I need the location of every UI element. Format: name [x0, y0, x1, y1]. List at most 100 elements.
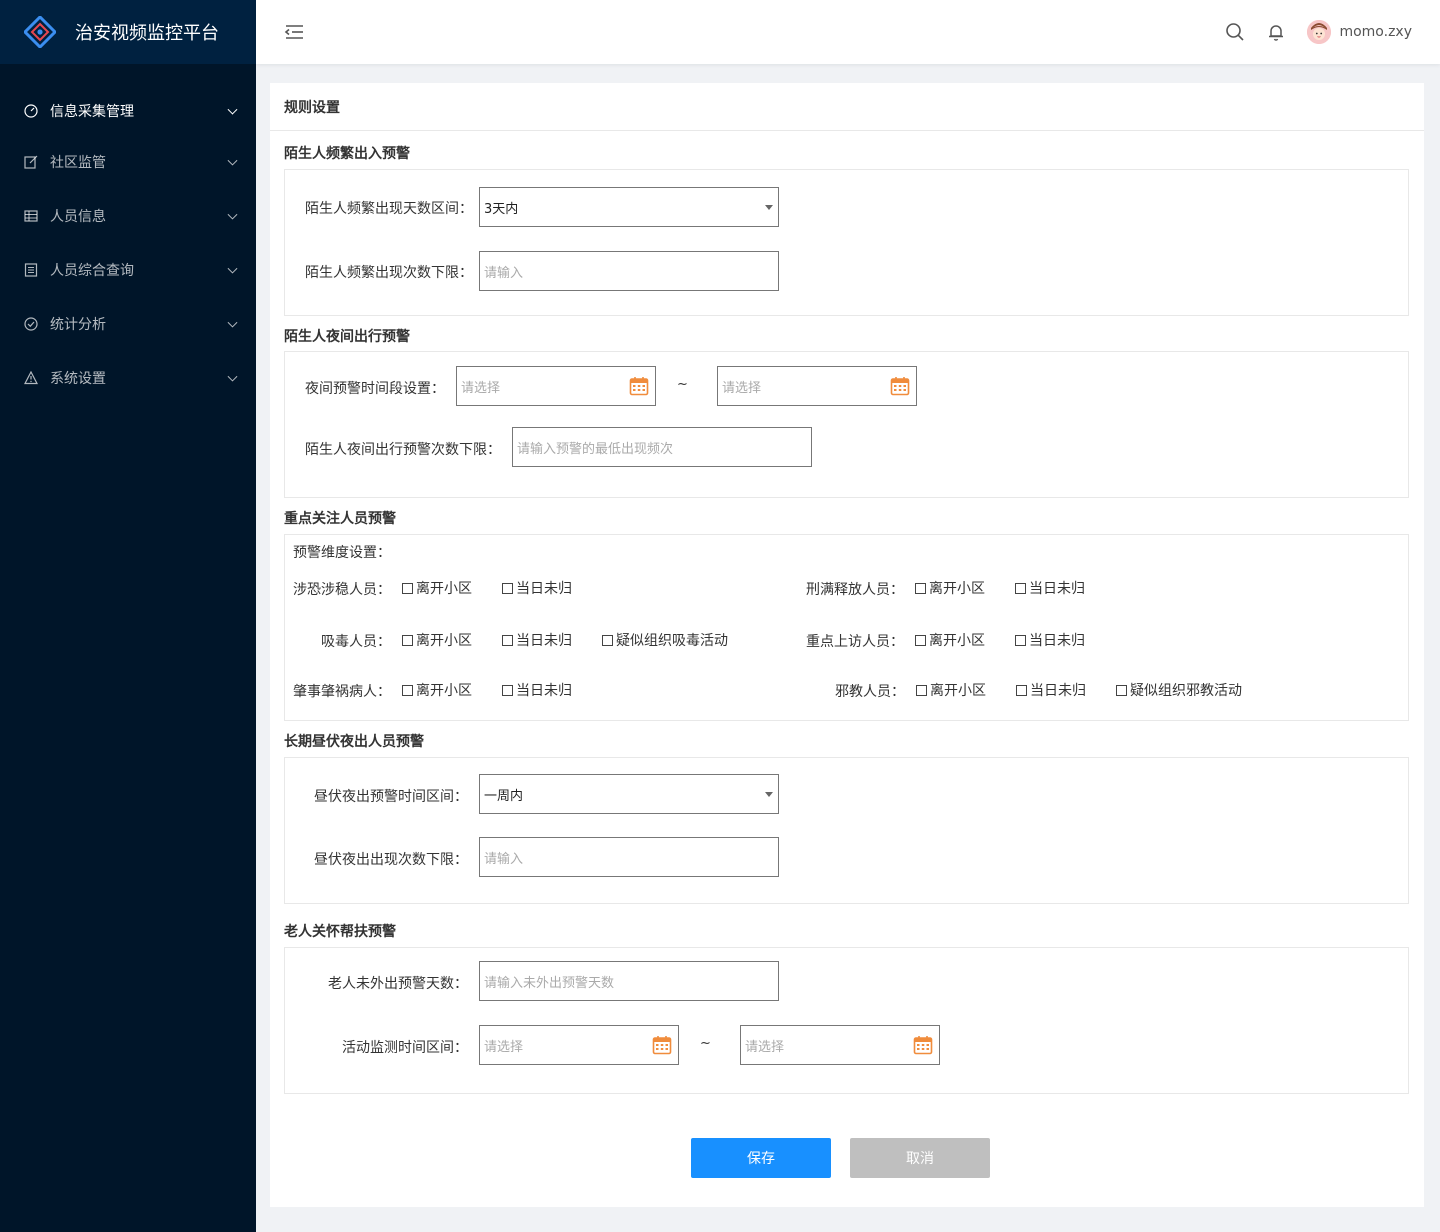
- checkbox-box: [1116, 684, 1127, 696]
- stranger-count-input[interactable]: 请输入: [479, 251, 779, 291]
- night-start-picker[interactable]: 请选择: [456, 366, 656, 406]
- dashboard-icon: [24, 104, 38, 118]
- checkbox-petition-leave[interactable]: 离开小区: [915, 630, 985, 650]
- night-owl-period-select[interactable]: 一周内: [479, 774, 779, 814]
- range-separator: ~: [677, 377, 688, 392]
- section-title-stranger-night: 陌生人夜间出行预警: [284, 329, 410, 345]
- range-separator: ~: [700, 1036, 711, 1051]
- checkbox-label: 离开小区: [929, 581, 985, 597]
- sidebar: 治安视频监控平台 信息采集管理 社区监管 人员信息 人员综合查询 统计分析 系统…: [0, 0, 256, 1232]
- sidebar-item-label: 统计分析: [50, 317, 106, 333]
- chevron-down-icon: [227, 317, 238, 328]
- checkbox-box: [916, 684, 927, 696]
- checkbox-box: [402, 634, 413, 646]
- chevron-down-icon: [227, 371, 238, 382]
- checkbox-box: [602, 634, 613, 646]
- checkbox-cult-organize[interactable]: 疑似组织邪教活动: [1116, 680, 1242, 700]
- header-actions: momo.zxy: [1225, 0, 1412, 64]
- section-stranger-freq: 陌生人频繁出现天数区间： 3天内 陌生人频繁出现次数下限： 请输入: [284, 169, 1409, 316]
- checkbox-label: 当日未归: [1029, 633, 1085, 649]
- sidebar-item-info-collection[interactable]: 信息采集管理: [0, 84, 256, 138]
- field-label: 夜间预警时间段设置：: [305, 381, 445, 397]
- field-label: 邪教人员：: [835, 684, 905, 700]
- checkbox-box: [1015, 582, 1026, 594]
- input-placeholder: 请选择: [484, 1039, 524, 1055]
- sidebar-item-community[interactable]: 社区监管: [0, 135, 256, 189]
- checkbox-box: [402, 582, 413, 594]
- app-title: 治安视频监控平台: [75, 23, 219, 44]
- checkbox-label: 疑似组织吸毒活动: [616, 633, 728, 649]
- calendar-icon: [890, 376, 910, 396]
- checkbox-box: [915, 634, 926, 646]
- cancel-button[interactable]: 取消: [850, 1138, 990, 1178]
- night-count-input[interactable]: 请输入预警的最低出现频次: [512, 427, 812, 467]
- username[interactable]: momo.zxy: [1339, 24, 1412, 40]
- logo-icon: [22, 14, 58, 50]
- edit-icon: [24, 155, 38, 169]
- input-placeholder: 请输入预警的最低出现频次: [517, 441, 674, 457]
- sidebar-item-statistics[interactable]: 统计分析: [0, 297, 256, 351]
- table-icon: [24, 209, 38, 223]
- checkbox-box: [915, 582, 926, 594]
- checkbox-drug-leave[interactable]: 离开小区: [402, 630, 472, 650]
- section-night-owl: 昼伏夜出预警时间区间： 一周内 昼伏夜出出现次数下限： 请输入: [284, 757, 1409, 904]
- search-icon[interactable]: [1225, 22, 1245, 42]
- elderly-end-picker[interactable]: 请选择: [740, 1025, 940, 1065]
- night-owl-count-input[interactable]: 请输入: [479, 837, 779, 877]
- field-label: 昼伏夜出预警时间区间：: [314, 789, 468, 805]
- checkbox-mental-leave[interactable]: 离开小区: [402, 680, 472, 700]
- checkbox-box: [402, 684, 413, 696]
- caret-down-icon: [765, 792, 773, 797]
- sidebar-item-label: 人员信息: [50, 209, 106, 225]
- side-menu: 信息采集管理 社区监管 人员信息 人员综合查询 统计分析 系统设置: [0, 64, 256, 405]
- checkbox-label: 疑似组织邪教活动: [1130, 683, 1242, 699]
- checkbox-drug-not-return[interactable]: 当日未归: [502, 630, 572, 650]
- rules-card: 规则设置 陌生人频繁出入预警 陌生人频繁出现天数区间： 3天内 陌生人频繁出现次…: [270, 83, 1424, 1207]
- elderly-start-picker[interactable]: 请选择: [479, 1025, 679, 1065]
- field-label: 昼伏夜出出现次数下限：: [314, 852, 468, 868]
- checkbox-terror-not-return[interactable]: 当日未归: [502, 578, 572, 598]
- checkbox-box: [502, 634, 513, 646]
- checkbox-drug-organize[interactable]: 疑似组织吸毒活动: [602, 630, 728, 650]
- page-title: 规则设置: [270, 83, 1424, 131]
- sidebar-item-label: 系统设置: [50, 371, 106, 387]
- checkbox-released-not-return[interactable]: 当日未归: [1015, 578, 1085, 598]
- section-key-persons: 预警维度设置： 涉恐涉稳人员： 离开小区 当日未归 刑满释放人员： 离开小区 当…: [284, 534, 1409, 721]
- checkbox-cult-not-return[interactable]: 当日未归: [1016, 680, 1086, 700]
- checkbox-label: 当日未归: [1029, 581, 1085, 597]
- field-label: 涉恐涉稳人员：: [293, 582, 391, 598]
- checkbox-released-leave[interactable]: 离开小区: [915, 578, 985, 598]
- calendar-icon: [913, 1035, 933, 1055]
- menu-fold-icon[interactable]: [284, 22, 304, 42]
- checkbox-terror-leave[interactable]: 离开小区: [402, 578, 472, 598]
- checkbox-label: 当日未归: [516, 683, 572, 699]
- checkbox-petition-not-return[interactable]: 当日未归: [1015, 630, 1085, 650]
- section-title-stranger-freq: 陌生人频繁出入预警: [284, 146, 410, 162]
- sidebar-item-person-query[interactable]: 人员综合查询: [0, 243, 256, 297]
- save-button[interactable]: 保存: [691, 1138, 831, 1178]
- elderly-days-input[interactable]: 请输入未外出预警天数: [479, 961, 779, 1001]
- night-end-picker[interactable]: 请选择: [717, 366, 917, 406]
- sidebar-item-system-settings[interactable]: 系统设置: [0, 351, 256, 405]
- avatar[interactable]: [1307, 20, 1332, 44]
- field-label: 陌生人夜间出行预警次数下限：: [305, 442, 501, 458]
- stranger-days-select[interactable]: 3天内: [479, 187, 779, 227]
- field-label: 陌生人频繁出现次数下限：: [305, 265, 473, 281]
- chevron-down-icon: [227, 155, 238, 166]
- input-placeholder: 请选择: [461, 380, 501, 396]
- sidebar-item-person-info[interactable]: 人员信息: [0, 189, 256, 243]
- checkbox-label: 离开小区: [416, 683, 472, 699]
- checkbox-label: 离开小区: [930, 683, 986, 699]
- checkbox-cult-leave[interactable]: 离开小区: [916, 680, 986, 700]
- checkbox-mental-not-return[interactable]: 当日未归: [502, 680, 572, 700]
- field-label: 肇事肇祸病人：: [293, 684, 391, 700]
- bell-icon[interactable]: [1266, 22, 1286, 42]
- checkbox-box: [502, 582, 513, 594]
- field-label: 老人未外出预警天数：: [328, 976, 468, 992]
- checkbox-label: 离开小区: [929, 633, 985, 649]
- checkbox-label: 离开小区: [416, 581, 472, 597]
- warning-icon: [24, 371, 38, 385]
- chevron-down-icon: [227, 263, 238, 274]
- section-title-night-owl: 长期昼伏夜出人员预警: [284, 734, 424, 750]
- input-placeholder: 请输入: [484, 851, 524, 867]
